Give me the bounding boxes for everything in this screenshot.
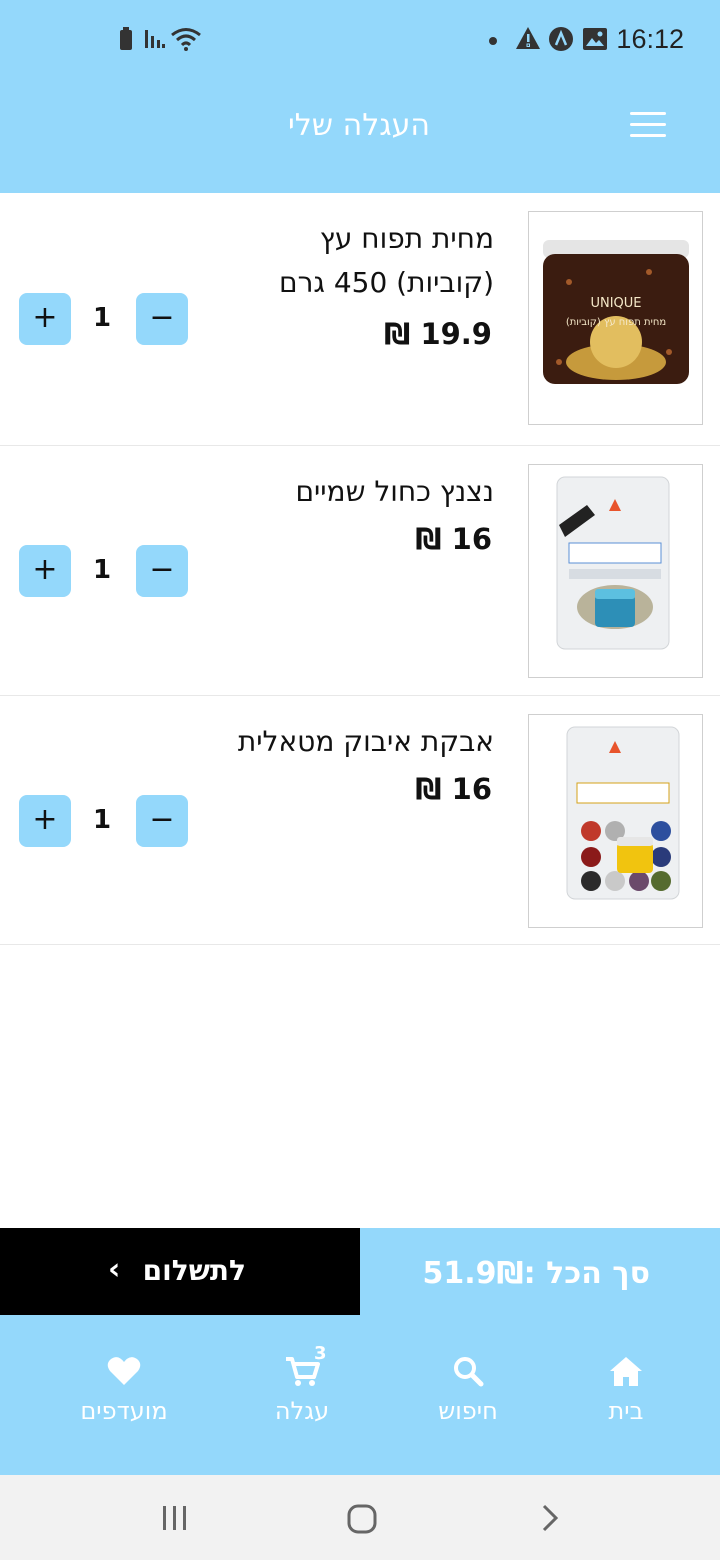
product-price: 16 ₪ [415, 772, 492, 806]
signal-icon [145, 30, 165, 48]
nav-home[interactable]: בית [556, 1351, 696, 1425]
nav-home-label: בית [608, 1397, 644, 1425]
total-label: סך הכל :51.9₪ [422, 1256, 650, 1291]
cart-item: UNIQUE מחית תפוח עץ (קוביות) מחית תפוח ע… [0, 193, 720, 446]
battery-icon [120, 27, 132, 50]
decrease-quantity-button[interactable]: − [136, 795, 188, 847]
nav-cart[interactable]: 3 עגלה [232, 1343, 372, 1425]
home-icon [610, 1357, 642, 1386]
nav-cart-label: עגלה [274, 1397, 330, 1425]
jar-label-text: מחית תפוח עץ (קוביות) [566, 317, 666, 328]
apple-puree-jar-image: UNIQUE מחית תפוח עץ (קוביות) [543, 240, 689, 384]
increase-quantity-button[interactable]: + [19, 545, 71, 597]
nav-favorites-label: מועדפים [80, 1397, 168, 1425]
quantity-value: 1 [92, 555, 112, 585]
blue-glitter-package-image [556, 476, 670, 650]
wifi-icon [171, 28, 201, 51]
dot-icon [489, 37, 497, 45]
warning-icon [516, 27, 540, 49]
product-price: 19.9 ₪ [384, 317, 492, 351]
product-image[interactable] [528, 714, 703, 928]
increase-quantity-button[interactable]: + [19, 795, 71, 847]
menu-icon [630, 112, 666, 115]
home-button-icon[interactable] [346, 1503, 378, 1535]
cart-item: אבקת איבוק מטאלית 16 ₪ − 1 + [0, 696, 720, 945]
menu-button[interactable] [630, 112, 666, 138]
back-icon[interactable] [538, 1503, 562, 1533]
page-title: העגלה שלי [288, 108, 430, 143]
product-name-line2: (קוביות) 450 גרם [278, 266, 494, 299]
cart-badge: 3 [314, 1343, 327, 1364]
checkout-button[interactable]: ‹ לתשלום [0, 1228, 360, 1315]
bottom-navigation: מועדפים 3 עגלה חיפוש בית [0, 1315, 720, 1475]
recent-apps-icon[interactable] [160, 1503, 190, 1533]
nav-search[interactable]: חיפוש [398, 1351, 538, 1425]
checkout-bar: ‹ לתשלום סך הכל :51.9₪ [0, 1228, 720, 1315]
chevron-left-icon: ‹ [108, 1252, 121, 1287]
quantity-value: 1 [92, 805, 112, 835]
status-time: 16:12 [616, 24, 684, 54]
metallic-dust-package-image [566, 726, 680, 900]
image-icon [583, 28, 607, 50]
increase-quantity-button[interactable]: + [19, 293, 71, 345]
search-icon [454, 1357, 484, 1387]
cart-total: סך הכל :51.9₪ [360, 1228, 720, 1315]
product-name: מחית תפוח עץ (קוביות) 450 גרם [279, 217, 494, 305]
cart-item: נצנץ כחול שמיים 16 ₪ − 1 + [0, 446, 720, 696]
system-navigation-bar [0, 1475, 720, 1560]
decrease-quantity-button[interactable]: − [136, 293, 188, 345]
app-header: העגלה שלי [0, 84, 720, 193]
app-notification-icon [549, 27, 573, 51]
product-image[interactable] [528, 464, 703, 678]
checkout-label: לתשלום [142, 1254, 246, 1287]
nav-favorites[interactable]: מועדפים [54, 1351, 194, 1425]
product-price: 16 ₪ [415, 522, 492, 556]
product-name: נצנץ כחול שמיים [295, 475, 494, 508]
nav-search-label: חיפוש [438, 1397, 498, 1425]
product-name: אבקת איבוק מטאלית [237, 725, 494, 758]
product-image[interactable]: UNIQUE מחית תפוח עץ (קוביות) [528, 211, 703, 425]
product-name-line1: מחית תפוח עץ [319, 222, 494, 255]
decrease-quantity-button[interactable]: − [136, 545, 188, 597]
quantity-value: 1 [92, 303, 112, 333]
status-bar: 16:12 [0, 0, 720, 84]
heart-icon [107, 1357, 141, 1385]
jar-brand-text: UNIQUE [590, 296, 641, 311]
